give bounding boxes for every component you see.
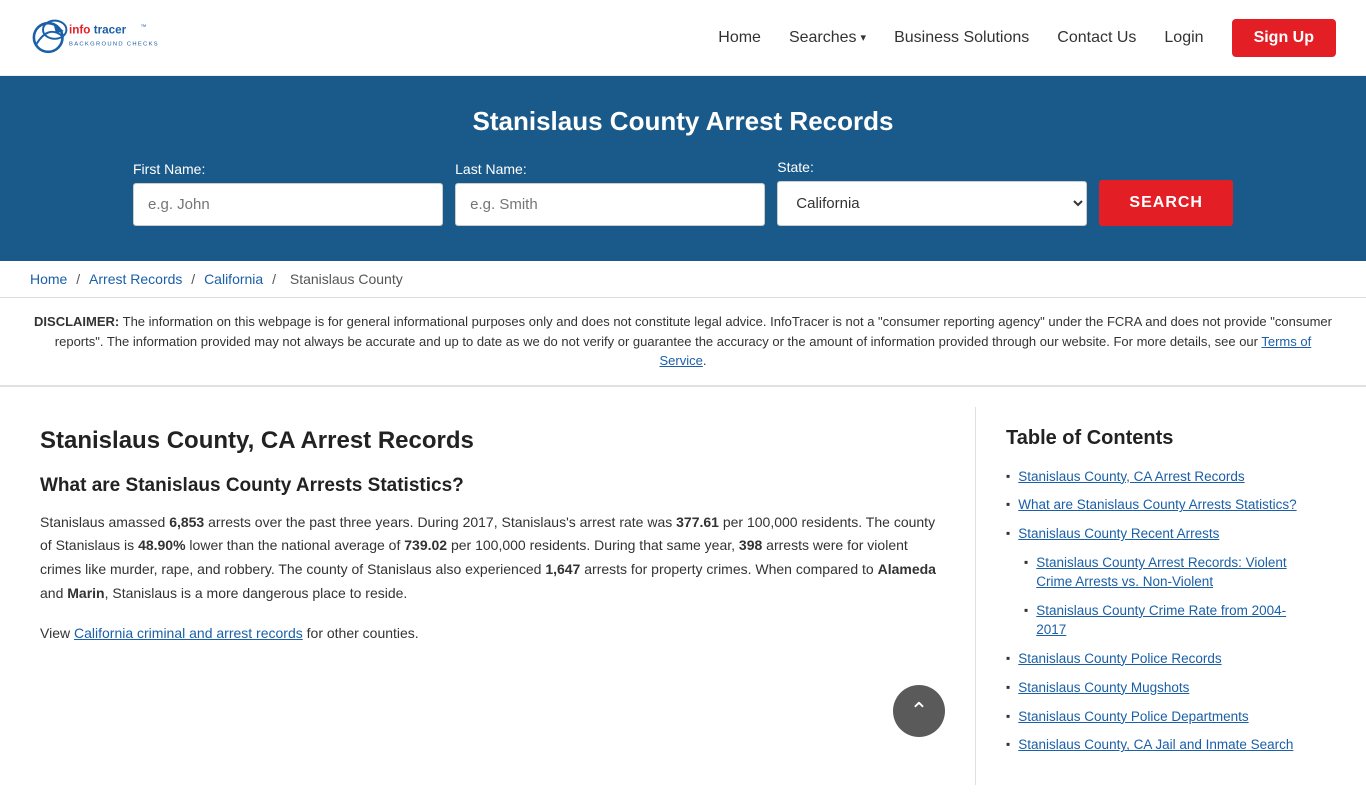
page-title: Stanislaus County Arrest Records — [40, 106, 1326, 137]
toc-list-item-6: Stanislaus County Mugshots — [1006, 679, 1316, 698]
p1-bold8: Marin — [67, 585, 104, 601]
p1-bold1: 6,853 — [169, 514, 204, 530]
disclaimer-label: DISCLAIMER: — [34, 314, 119, 329]
main-nav: Home Searches ▾ Business Solutions Conta… — [718, 19, 1336, 57]
breadcrumb-california[interactable]: California — [204, 271, 263, 287]
article-paragraph-1: Stanislaus amassed 6,853 arrests over th… — [40, 511, 945, 606]
article: Stanislaus County, CA Arrest Records Wha… — [30, 407, 976, 786]
toc-item-link-7[interactable]: Stanislaus County Police Departments — [1018, 708, 1248, 727]
p1-bold4: 739.02 — [404, 537, 447, 553]
nav-searches-link[interactable]: Searches — [789, 29, 857, 47]
toc-list-item-8: Stanislaus County, CA Jail and Inmate Se… — [1006, 736, 1316, 755]
toc-item-link-5[interactable]: Stanislaus County Police Records — [1018, 650, 1221, 669]
p1-bold5: 398 — [739, 537, 762, 553]
svg-text:tracer: tracer — [94, 24, 127, 37]
search-button[interactable]: SEARCH — [1099, 180, 1233, 226]
breadcrumb: Home / Arrest Records / California / Sta… — [0, 261, 1366, 298]
svg-text:™: ™ — [141, 23, 147, 30]
p1-bold7: Alameda — [878, 561, 936, 577]
toc-item-link-2[interactable]: Stanislaus County Recent Arrests — [1018, 525, 1219, 544]
hero-section: Stanislaus County Arrest Records First N… — [0, 76, 1366, 261]
article-paragraph-2: View California criminal and arrest reco… — [40, 622, 945, 646]
last-name-input[interactable] — [455, 183, 765, 226]
breadcrumb-sep1: / — [76, 271, 84, 287]
disclaimer-text: The information on this webpage is for g… — [55, 314, 1332, 349]
last-name-group: Last Name: — [455, 161, 765, 226]
logo[interactable]: info tracer ™ BACKGROUND CHECKS — [30, 10, 160, 65]
scroll-to-top-button[interactable]: ⌃ — [893, 685, 945, 737]
first-name-group: First Name: — [133, 161, 443, 226]
p1-bold2: 377.61 — [676, 514, 719, 530]
toc-list-item-3: Stanislaus County Arrest Records: Violen… — [1024, 554, 1316, 592]
first-name-label: First Name: — [133, 161, 205, 177]
table-of-contents-sidebar: Table of Contents Stanislaus County, CA … — [976, 407, 1336, 786]
p2-before: View — [40, 625, 74, 641]
toc-title: Table of Contents — [1006, 427, 1316, 450]
p1-mid4: per 100,000 residents. During that same … — [447, 537, 739, 553]
search-form: First Name: Last Name: State: California… — [133, 159, 1233, 226]
toc-list-item-2: Stanislaus County Recent Arrests — [1006, 525, 1316, 544]
p1-text1: Stanislaus amassed — [40, 514, 169, 530]
state-group: State: California Alabama Alaska Arizona… — [777, 159, 1087, 226]
toc-item-link-0[interactable]: Stanislaus County, CA Arrest Records — [1018, 468, 1244, 487]
login-button[interactable]: Login — [1164, 29, 1203, 47]
chevron-down-icon: ▾ — [861, 31, 867, 44]
article-h2: Stanislaus County, CA Arrest Records — [40, 427, 945, 455]
breadcrumb-sep3: / — [272, 271, 280, 287]
toc-item-link-6[interactable]: Stanislaus County Mugshots — [1018, 679, 1189, 698]
toc-item-link-8[interactable]: Stanislaus County, CA Jail and Inmate Se… — [1018, 736, 1293, 755]
breadcrumb-stanislaus-county: Stanislaus County — [290, 271, 403, 287]
p1-mid6: arrests for property crimes. When compar… — [580, 561, 877, 577]
svg-text:info: info — [69, 24, 90, 37]
toc-item-link-4[interactable]: Stanislaus County Crime Rate from 2004-2… — [1036, 602, 1316, 640]
toc-list-item-4: Stanislaus County Crime Rate from 2004-2… — [1024, 602, 1316, 640]
site-header: info tracer ™ BACKGROUND CHECKS Home Sea… — [0, 0, 1366, 76]
toc-list: Stanislaus County, CA Arrest Records What… — [1006, 468, 1316, 756]
svg-text:BACKGROUND CHECKS: BACKGROUND CHECKS — [69, 41, 159, 47]
toc-list-item-7: Stanislaus County Police Departments — [1006, 708, 1316, 727]
breadcrumb-arrest-records[interactable]: Arrest Records — [89, 271, 182, 287]
toc-item-link-1[interactable]: What are Stanislaus County Arrests Stati… — [1018, 496, 1296, 515]
disclaimer-bar: DISCLAIMER: The information on this webp… — [0, 298, 1366, 387]
breadcrumb-sep2: / — [191, 271, 199, 287]
first-name-input[interactable] — [133, 183, 443, 226]
p1-mid1: arrests over the past three years. Durin… — [204, 514, 676, 530]
p1-end: , Stanislaus is a more dangerous place t… — [105, 585, 408, 601]
p1-mid3: lower than the national average of — [186, 537, 405, 553]
breadcrumb-home[interactable]: Home — [30, 271, 67, 287]
california-records-link[interactable]: California criminal and arrest records — [74, 625, 303, 641]
state-label: State: — [777, 159, 814, 175]
state-select[interactable]: California Alabama Alaska Arizona Arkans… — [777, 181, 1087, 226]
signup-button[interactable]: Sign Up — [1232, 19, 1336, 57]
p1-bold6: 1,647 — [545, 561, 580, 577]
nav-contact-us[interactable]: Contact Us — [1057, 29, 1136, 47]
toc-list-item-1: What are Stanislaus County Arrests Stati… — [1006, 496, 1316, 515]
p1-mid7: and — [40, 585, 67, 601]
p1-bold3: 48.90% — [138, 537, 185, 553]
main-content: Stanislaus County, CA Arrest Records Wha… — [0, 387, 1366, 805]
article-h3: What are Stanislaus County Arrests Stati… — [40, 475, 945, 497]
toc-list-item-5: Stanislaus County Police Records — [1006, 650, 1316, 669]
nav-searches[interactable]: Searches ▾ — [789, 29, 866, 47]
toc-item-link-3[interactable]: Stanislaus County Arrest Records: Violen… — [1036, 554, 1316, 592]
disclaimer-period: . — [703, 353, 707, 368]
toc-list-item-0: Stanislaus County, CA Arrest Records — [1006, 468, 1316, 487]
nav-home[interactable]: Home — [718, 29, 761, 47]
nav-business-solutions[interactable]: Business Solutions — [894, 29, 1029, 47]
p2-after: for other counties. — [303, 625, 419, 641]
last-name-label: Last Name: — [455, 161, 527, 177]
